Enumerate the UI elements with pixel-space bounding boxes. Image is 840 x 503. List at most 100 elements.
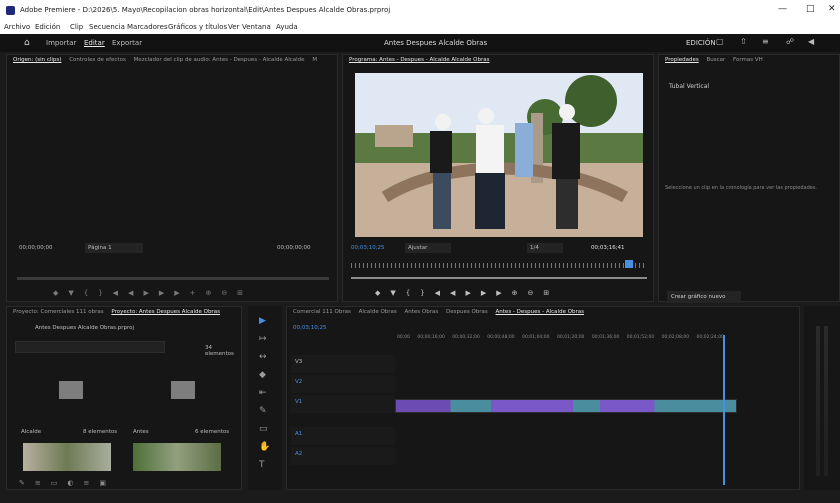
menu-ventana[interactable]: Ventana <box>242 23 271 31</box>
tab-sequence[interactable]: Antes Obras <box>405 309 439 315</box>
timeline-panel: Comercial 111 Obras Alcalde Obras Antes … <box>286 306 800 490</box>
tab-export[interactable]: Exportar <box>112 39 142 47</box>
menu-graficos[interactable]: Gráficos y títulos <box>168 23 227 31</box>
track-label-a2: A2 <box>295 451 303 457</box>
tab-effect-controls[interactable]: Controles de efectos <box>69 57 126 63</box>
track-select-icon[interactable]: ↦ <box>259 334 267 344</box>
bin-count: 8 elementos <box>83 429 118 435</box>
program-quality-select[interactable]: 1/4 <box>527 243 563 253</box>
menu-ver[interactable]: Ver <box>228 23 239 31</box>
workspace-label[interactable]: EDICIÓN <box>686 39 716 47</box>
timeline-playhead[interactable] <box>723 335 725 485</box>
tab-sequence-active[interactable]: Antes - Despues - Alcalde Obras <box>496 309 584 315</box>
program-playhead[interactable] <box>625 260 633 268</box>
audio-meter-left <box>816 326 820 476</box>
tab-program[interactable]: Programa: Antes - Despues - Alcalde Alca… <box>349 57 490 63</box>
maximize-button[interactable]: □ <box>806 4 815 14</box>
home-icon[interactable]: ⌂ <box>24 38 30 48</box>
menu-icon[interactable]: ≡ <box>762 37 769 46</box>
tab-source[interactable]: Origen: (sin clips) <box>13 57 61 63</box>
timeline-ruler[interactable]: 00;00 00;00;16;00 00;00;32;00 00;00;48;0… <box>397 335 801 343</box>
v1-clip-strip[interactable] <box>395 399 737 413</box>
ruler-label: 00;02;08;00 <box>661 335 690 340</box>
bin-folder-icon[interactable] <box>59 381 83 399</box>
project-search-input[interactable] <box>15 341 165 353</box>
project-title: Antes Despues Alcalde Obras <box>384 39 488 47</box>
program-transport-controls[interactable]: ◆▼{}◀◀▶▶▶⊕⊖⊞ <box>375 289 559 297</box>
menu-edicion[interactable]: Edición <box>35 23 60 31</box>
export-icon[interactable]: ⇧ <box>740 37 747 46</box>
premiere-logo-icon <box>6 6 15 15</box>
tab-properties[interactable]: Propiedades <box>665 57 699 63</box>
hand-tool-icon[interactable]: ✋ <box>259 442 270 452</box>
track-header-v3[interactable]: V3 <box>291 355 395 373</box>
ruler-label: 00;00 <box>397 335 410 340</box>
rectangle-tool-icon[interactable]: ▭ <box>259 424 268 434</box>
project-tabs: Proyecto: Comerciales 111 obras Proyecto… <box>7 309 243 323</box>
tab-sequence[interactable]: Comercial 111 Obras <box>293 309 351 315</box>
menu-marcadores[interactable]: Marcadores <box>127 23 168 31</box>
tab-audio-mixer[interactable]: Mezclador del clip de audio: Antes - Des… <box>134 57 305 63</box>
menu-bar: Archivo Edición Clip Secuencia Marcadore… <box>0 22 840 34</box>
tab-sequence[interactable]: Despues Obras <box>446 309 488 315</box>
project-toolbar-icons[interactable]: ✎≡▭◐≡▣ <box>19 479 116 487</box>
tab-shapes[interactable]: Formas VH <box>733 57 763 63</box>
timeline-tabs: Comercial 111 Obras Alcalde Obras Antes … <box>287 309 801 323</box>
bin-count: 6 elementos <box>195 429 230 435</box>
create-graphic-button[interactable]: Crear gráfico nuevo <box>667 291 741 303</box>
tab-import[interactable]: Importar <box>46 39 76 47</box>
ripple-edit-icon[interactable]: ↔ <box>259 352 267 362</box>
program-scrubber[interactable] <box>351 277 647 279</box>
tab-search[interactable]: Buscar <box>706 57 725 63</box>
ruler-label: 00;01;52;00 <box>626 335 655 340</box>
tab-project-antes-despues[interactable]: Proyecto: Antes Despues Alcalde Obras <box>111 309 220 315</box>
tab-edit[interactable]: Editar <box>84 39 105 47</box>
slip-tool-icon[interactable]: ⇤ <box>259 388 267 398</box>
bin-folder-icon[interactable] <box>171 381 195 399</box>
pen-tool-icon[interactable]: ✎ <box>259 406 267 416</box>
volume-icon[interactable]: ◀ <box>808 37 814 46</box>
bin-name[interactable]: Antes <box>133 429 149 435</box>
program-duration: 00;03;16;41 <box>591 245 625 251</box>
menu-ayuda[interactable]: Ayuda <box>276 23 298 31</box>
fit-select[interactable]: Página 1 <box>85 243 143 253</box>
source-transport-controls[interactable]: ◆▼{}◀◀▶▶▶+⊕⊖⊞ <box>53 289 253 297</box>
track-label-a1: A1 <box>295 431 303 437</box>
media-thumbnail[interactable] <box>133 443 221 471</box>
program-video-frame <box>355 73 643 237</box>
source-scrubber[interactable] <box>17 277 329 280</box>
selection-tool-icon[interactable]: ▶ <box>259 316 266 326</box>
track-header-v1[interactable]: V1 <box>291 395 395 413</box>
track-header-v2[interactable]: V2 <box>291 375 395 393</box>
razor-icon[interactable]: ◆ <box>259 370 266 380</box>
program-fit-select[interactable]: Ajustar <box>405 243 451 253</box>
tab-project-comerciales[interactable]: Proyecto: Comerciales 111 obras <box>13 309 104 315</box>
layout-icon[interactable]: ▢ <box>716 37 724 46</box>
tab-more[interactable]: M <box>312 57 317 63</box>
program-tabs: Programa: Antes - Despues - Alcalde Alca… <box>343 57 655 71</box>
menu-clip[interactable]: Clip <box>70 23 83 31</box>
properties-panel: Propiedades Buscar Formas VH Tubal Verti… <box>658 54 840 303</box>
track-header-a2[interactable]: A2 <box>291 447 395 465</box>
menu-secuencia[interactable]: Secuencia <box>89 23 125 31</box>
track-header-a1[interactable]: A1 <box>291 427 395 445</box>
type-tool-icon[interactable]: T <box>259 460 265 470</box>
window-title: Adobe Premiere - D:\2026\5. Mayo\Recopil… <box>20 6 391 14</box>
ruler-label: 00;00;16;00 <box>417 335 445 340</box>
audio-meter-right <box>824 326 828 476</box>
track-label-v2: V2 <box>295 379 303 385</box>
media-thumbnail[interactable] <box>23 443 111 471</box>
minimize-button[interactable]: — <box>778 4 787 14</box>
track-label-v3: V3 <box>295 359 303 365</box>
title-bar: Adobe Premiere - D:\2026\5. Mayo\Recopil… <box>0 0 840 22</box>
program-ruler <box>351 263 647 268</box>
feedback-icon[interactable]: ☍ <box>786 37 794 46</box>
bin-name[interactable]: Alcalde <box>21 429 41 435</box>
close-button[interactable]: ✕ <box>828 4 836 14</box>
tab-sequence[interactable]: Alcalde Obras <box>359 309 397 315</box>
ruler-label: 00;01;20;00 <box>556 335 585 340</box>
menu-archivo[interactable]: Archivo <box>4 23 30 31</box>
properties-empty-message: Seleccione un clip en la cronología para… <box>665 185 818 191</box>
program-panel: Programa: Antes - Despues - Alcalde Alca… <box>342 54 654 302</box>
properties-item-name: Tubal Vertical <box>669 83 710 90</box>
